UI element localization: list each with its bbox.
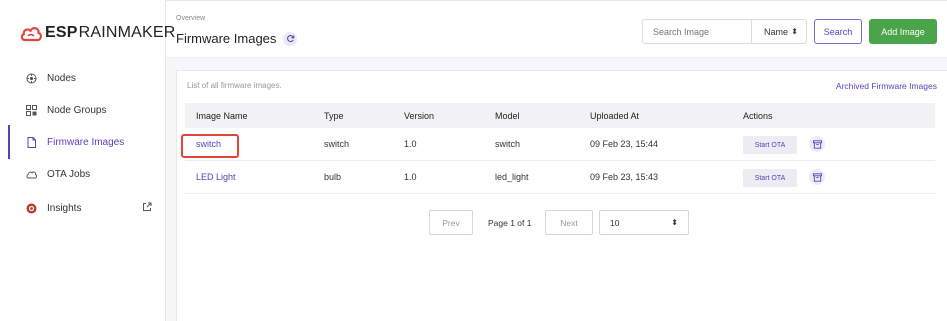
table-row: switch switch 1.0 switch 09 Feb 23, 15:4… [181, 128, 935, 161]
column-header: Version [404, 110, 435, 121]
ota-cloud-icon [26, 169, 37, 180]
type-cell: bulb [324, 172, 342, 182]
select-arrows-icon: ⬍ [671, 218, 678, 227]
breadcrumb[interactable]: Overview [176, 15, 205, 22]
uploaded-at-cell: 09 Feb 23, 15:44 [590, 139, 659, 149]
esp-rainmaker-logo[interactable]: ESP RAINMAKER [20, 23, 176, 43]
archive-icon [812, 172, 822, 182]
table-header: Image Name Type Version Model Uploaded A… [185, 103, 935, 128]
column-header: Uploaded At [590, 110, 640, 121]
next-page-button[interactable]: Next [545, 210, 593, 235]
page-title-text: Firmware Images [176, 31, 277, 46]
sidebar-item-label: Insights [47, 202, 82, 214]
external-link-icon [143, 202, 152, 211]
archive-button[interactable] [809, 169, 825, 185]
sidebar-item-label: Firmware Images [47, 136, 125, 148]
firmware-file-icon [26, 136, 37, 148]
version-cell: 1.0 [404, 172, 417, 182]
column-header: Image Name [196, 110, 248, 121]
archive-button[interactable] [809, 136, 825, 152]
column-header: Actions [743, 110, 773, 121]
uploaded-at-cell: 09 Feb 23, 15:43 [590, 172, 659, 182]
model-cell: led_light [495, 172, 529, 182]
sidebar-item-firmware-images[interactable]: Firmware Images [0, 125, 166, 159]
column-header: Model [495, 110, 520, 121]
model-cell: switch [495, 139, 521, 149]
main-content: List of all firmware images. Archived Fi… [166, 58, 947, 321]
firmware-card: List of all firmware images. Archived Fi… [176, 70, 947, 321]
page-indicator: Page 1 of 1 [488, 218, 532, 228]
search-button[interactable]: Search [814, 19, 862, 44]
sidebar: ESP RAINMAKER Nodes Node Groups Firmware… [0, 0, 175, 321]
sidebar-item-label: OTA Jobs [47, 168, 91, 180]
select-arrows-icon: ⬍ [791, 27, 798, 36]
start-ota-button[interactable]: Start OTA [743, 169, 797, 187]
archived-firmware-link[interactable]: Archived Firmware Images [836, 81, 937, 91]
image-name-link[interactable]: LED Light [196, 172, 236, 182]
sidebar-item-label: Node Groups [47, 104, 107, 116]
sort-select-value: Name [764, 27, 789, 37]
sidebar-item-node-groups[interactable]: Node Groups [0, 98, 166, 122]
table-row: LED Light bulb 1.0 led_light 09 Feb 23, … [185, 161, 935, 194]
rainmaker-cloud-icon [20, 27, 42, 42]
start-ota-button[interactable]: Start OTA [743, 136, 797, 154]
sidebar-item-ota-jobs[interactable]: OTA Jobs [0, 162, 166, 186]
sidebar-item-label: Nodes [47, 72, 76, 84]
logo-esp-text: ESP [45, 24, 78, 41]
logo-rainmaker-text: RAINMAKER [78, 24, 176, 41]
sidebar-item-insights[interactable]: Insights [0, 196, 166, 220]
page-header: Overview Firmware Images Name ⬍ Search A… [166, 0, 947, 58]
prev-page-button[interactable]: Prev [429, 210, 473, 235]
type-cell: switch [324, 139, 350, 149]
add-image-button[interactable]: Add Image [869, 19, 937, 44]
per-page-value: 10 [610, 218, 620, 228]
archive-icon [812, 139, 822, 149]
list-caption: List of all firmware images. [187, 81, 282, 90]
sort-select[interactable]: Name ⬍ [751, 19, 807, 44]
nodes-icon [26, 73, 37, 84]
sidebar-item-nodes[interactable]: Nodes [0, 66, 166, 90]
image-name-link[interactable]: switch [196, 139, 221, 149]
insights-icon [26, 203, 37, 214]
page-title: Firmware Images [176, 31, 298, 46]
search-input[interactable] [642, 19, 752, 44]
column-header: Type [324, 110, 344, 121]
refresh-button[interactable] [283, 31, 298, 46]
firmware-table: Image Name Type Version Model Uploaded A… [181, 103, 935, 194]
version-cell: 1.0 [404, 139, 417, 149]
refresh-icon [286, 35, 295, 43]
per-page-select[interactable]: 10 ⬍ [599, 210, 689, 235]
node-groups-icon [26, 104, 37, 116]
